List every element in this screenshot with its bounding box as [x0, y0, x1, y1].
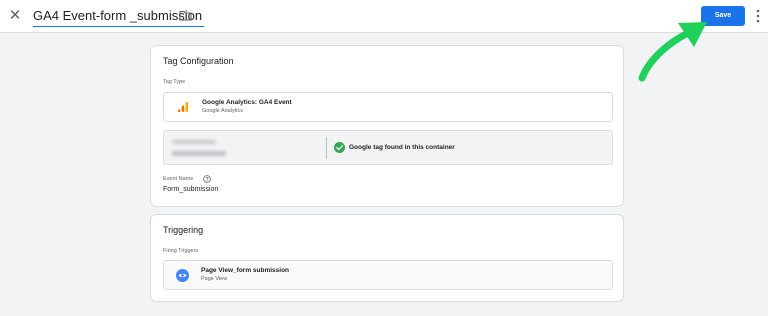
- triggering-card[interactable]: Triggering Firing Triggers Page View_for…: [150, 214, 624, 302]
- tag-configuration-title: Tag Configuration: [163, 56, 234, 66]
- tag-type-name: Google Analytics: GA4 Event: [202, 99, 292, 106]
- more-vert-icon[interactable]: [755, 8, 761, 24]
- event-name-label: Event Name: [163, 176, 194, 182]
- trigger-item[interactable]: Page View_form submission Page View: [163, 260, 613, 290]
- trigger-name: Page View_form submission: [201, 267, 290, 274]
- triggering-title: Triggering: [163, 225, 204, 235]
- tag-type-selector[interactable]: Google Analytics: GA4 Event Google Analy…: [163, 92, 613, 122]
- top-bar: ✕ GA4 Event-form _submission Save: [0, 0, 768, 33]
- save-button[interactable]: Save: [701, 6, 745, 26]
- folder-icon[interactable]: [179, 10, 192, 21]
- divider: [326, 137, 327, 159]
- blurred-measurement-id: [172, 151, 226, 156]
- blurred-label: [172, 140, 216, 144]
- event-name-value: Form_submission: [163, 186, 219, 193]
- trigger-type: Page View: [201, 276, 228, 282]
- tag-configuration-card[interactable]: Tag Configuration Tag Type Google Analyt…: [150, 45, 624, 207]
- tag-type-label: Tag Type: [163, 79, 186, 85]
- measurement-id-box: Google tag found in this container: [163, 130, 613, 165]
- close-icon[interactable]: ✕: [7, 8, 23, 24]
- google-tag-status: Google tag found in this container: [349, 144, 455, 151]
- eye-icon: [176, 269, 189, 282]
- firing-triggers-label: Firing Triggers: [163, 248, 199, 254]
- tag-type-provider: Google Analytics: [202, 108, 243, 114]
- google-analytics-icon: [177, 102, 189, 112]
- check-circle-icon: [334, 142, 345, 153]
- help-icon[interactable]: [203, 175, 211, 183]
